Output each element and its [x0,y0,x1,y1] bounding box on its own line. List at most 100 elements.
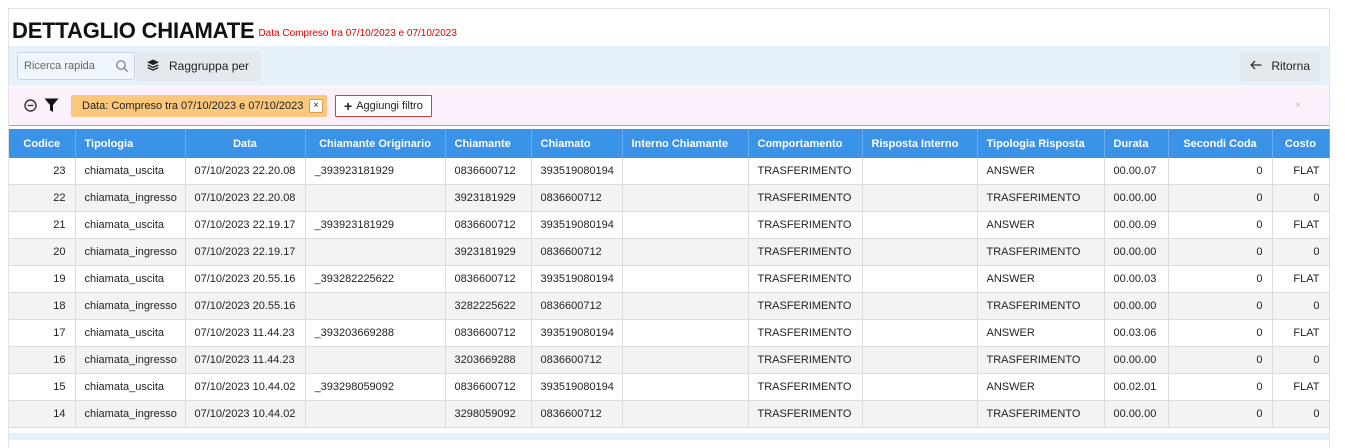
table-cell: 00.00.00 [1104,292,1169,320]
column-header[interactable]: Interno Chiamante [622,129,749,158]
table-cell: 3282225622 [445,292,532,320]
table-cell: 393519080194 [531,211,623,239]
table-cell: 0 [1168,292,1273,320]
table-cell: TRASFERIMENTO [977,184,1105,212]
page-title: DETTAGLIO CHIAMATE [12,18,255,43]
table-header-row: Codice Tipologia Data Chiamante Originar… [9,129,1330,158]
column-header[interactable]: Costo [1272,129,1330,158]
table-cell: 0836600712 [531,238,623,266]
table-cell: 0 [1168,373,1273,401]
table-row[interactable]: 23 chiamata_uscita 07/10/2023 22.20.08 _393… [9,158,1330,185]
table-cell [862,373,978,401]
table-cell: ANSWER [977,211,1105,239]
add-filter-button[interactable]: + Aggiungi filtro [335,95,432,117]
table-cell: TRASFERIMENTO [748,158,863,185]
table-cell: 0836600712 [445,265,532,293]
table-cell [622,184,749,212]
table-cell: ANSWER [977,319,1105,347]
table-cell: 18 [9,292,76,320]
table-cell: 3923181929 [445,184,532,212]
table-cell: 22 [9,184,76,212]
column-header[interactable]: Chiamante [445,129,532,158]
quick-search[interactable] [17,52,135,80]
table-cell: TRASFERIMENTO [748,319,863,347]
table-cell: _393203669288 [305,319,446,347]
table-cell: 00.03.06 [1104,319,1169,347]
table-cell: 0836600712 [531,292,623,320]
clear-filters-button[interactable]: × [1295,100,1301,111]
table-cell: 17 [9,319,76,347]
table-cell [622,292,749,320]
table-cell: 00.02.01 [1104,373,1169,401]
group-by-button[interactable]: Raggruppa per [136,51,262,81]
column-header[interactable]: Durata [1104,129,1169,158]
table-row[interactable]: 21 chiamata_uscita 07/10/2023 22.19.17 _393… [9,211,1330,239]
page-header: DETTAGLIO CHIAMATE Data Compreso tra 07/… [12,14,457,42]
column-header[interactable]: Data [185,129,306,158]
column-header[interactable]: Tipologia Risposta [977,129,1105,158]
funnel-icon[interactable] [44,98,59,116]
table-cell: 16 [9,346,76,374]
table-cell [305,292,446,320]
table-cell: 0836600712 [531,400,623,428]
table-cell [862,211,978,239]
column-header[interactable]: Chiamante Originario [305,129,446,158]
table-cell [622,158,749,185]
table-cell: 0836600712 [531,184,623,212]
table-cell: TRASFERIMENTO [748,211,863,239]
table-cell: 07/10/2023 22.20.08 [185,158,306,185]
table-cell: chiamata_uscita [75,265,186,293]
table-cell: 0836600712 [531,346,623,374]
table-cell [305,346,446,374]
table-cell: FLAT [1272,319,1330,347]
column-header[interactable]: Risposta Interno [862,129,978,158]
table-cell: FLAT [1272,158,1330,185]
table-row[interactable]: 20 chiamata_ingresso 07/10/2023 22.19.17 39… [9,238,1330,266]
column-header[interactable]: Tipologia [75,129,186,158]
table-cell: 0 [1168,319,1273,347]
table-cell [622,238,749,266]
table-cell: 07/10/2023 11.44.23 [185,319,306,347]
column-header[interactable]: Comportamento [748,129,863,158]
search-icon[interactable] [115,59,129,76]
filter-bar: Data: Compreso tra 07/10/2023 e 07/10/20… [9,87,1329,126]
table-cell: 07/10/2023 22.19.17 [185,211,306,239]
table-cell: 20 [9,238,76,266]
table-row[interactable]: 19 chiamata_uscita 07/10/2023 20.55.16 _393… [9,265,1330,293]
table-row[interactable]: 15 chiamata_uscita 07/10/2023 10.44.02 _393… [9,373,1330,401]
remove-filter-button[interactable]: × [309,99,323,113]
table-row[interactable]: 18 chiamata_ingresso 07/10/2023 20.55.16 32… [9,292,1330,320]
table-cell: 00.00.00 [1104,346,1169,374]
table-cell: 14 [9,400,76,428]
search-input[interactable] [18,53,108,79]
table-row[interactable]: 17 chiamata_uscita 07/10/2023 11.44.23 _393… [9,319,1330,347]
table-cell: 0 [1168,400,1273,428]
table-cell: chiamata_uscita [75,158,186,185]
table-row[interactable]: 14 chiamata_ingresso 07/10/2023 10.44.02 32… [9,400,1330,428]
table-cell [862,346,978,374]
active-filter-chip[interactable]: Data: Compreso tra 07/10/2023 e 07/10/20… [71,95,327,117]
table-cell: chiamata_uscita [75,373,186,401]
table-cell [862,265,978,293]
table-cell: TRASFERIMENTO [977,400,1105,428]
arrow-left-icon [1250,59,1262,73]
table-cell: chiamata_ingresso [75,184,186,212]
table-cell: 3203669288 [445,346,532,374]
table-cell [622,346,749,374]
minus-circle-icon[interactable] [24,99,37,115]
table-row[interactable]: 22 chiamata_ingresso 07/10/2023 22.20.08 39… [9,184,1330,212]
table-cell: chiamata_ingresso [75,400,186,428]
calls-table: Codice Tipologia Data Chiamante Originar… [9,129,1330,428]
toolbar: Raggruppa per Ritorna [9,46,1329,86]
table-cell: 0 [1168,158,1273,185]
table-cell: TRASFERIMENTO [748,346,863,374]
table-cell: 393519080194 [531,158,623,185]
column-header[interactable]: Chiamato [531,129,623,158]
back-button[interactable]: Ritorna [1240,51,1320,81]
column-header[interactable]: Secondi Coda [1168,129,1273,158]
table-cell: 0836600712 [445,158,532,185]
table-cell [622,265,749,293]
table-row[interactable]: 16 chiamata_ingresso 07/10/2023 11.44.23 32… [9,346,1330,374]
column-header[interactable]: Codice [9,129,76,158]
table-cell: 07/10/2023 10.44.02 [185,400,306,428]
